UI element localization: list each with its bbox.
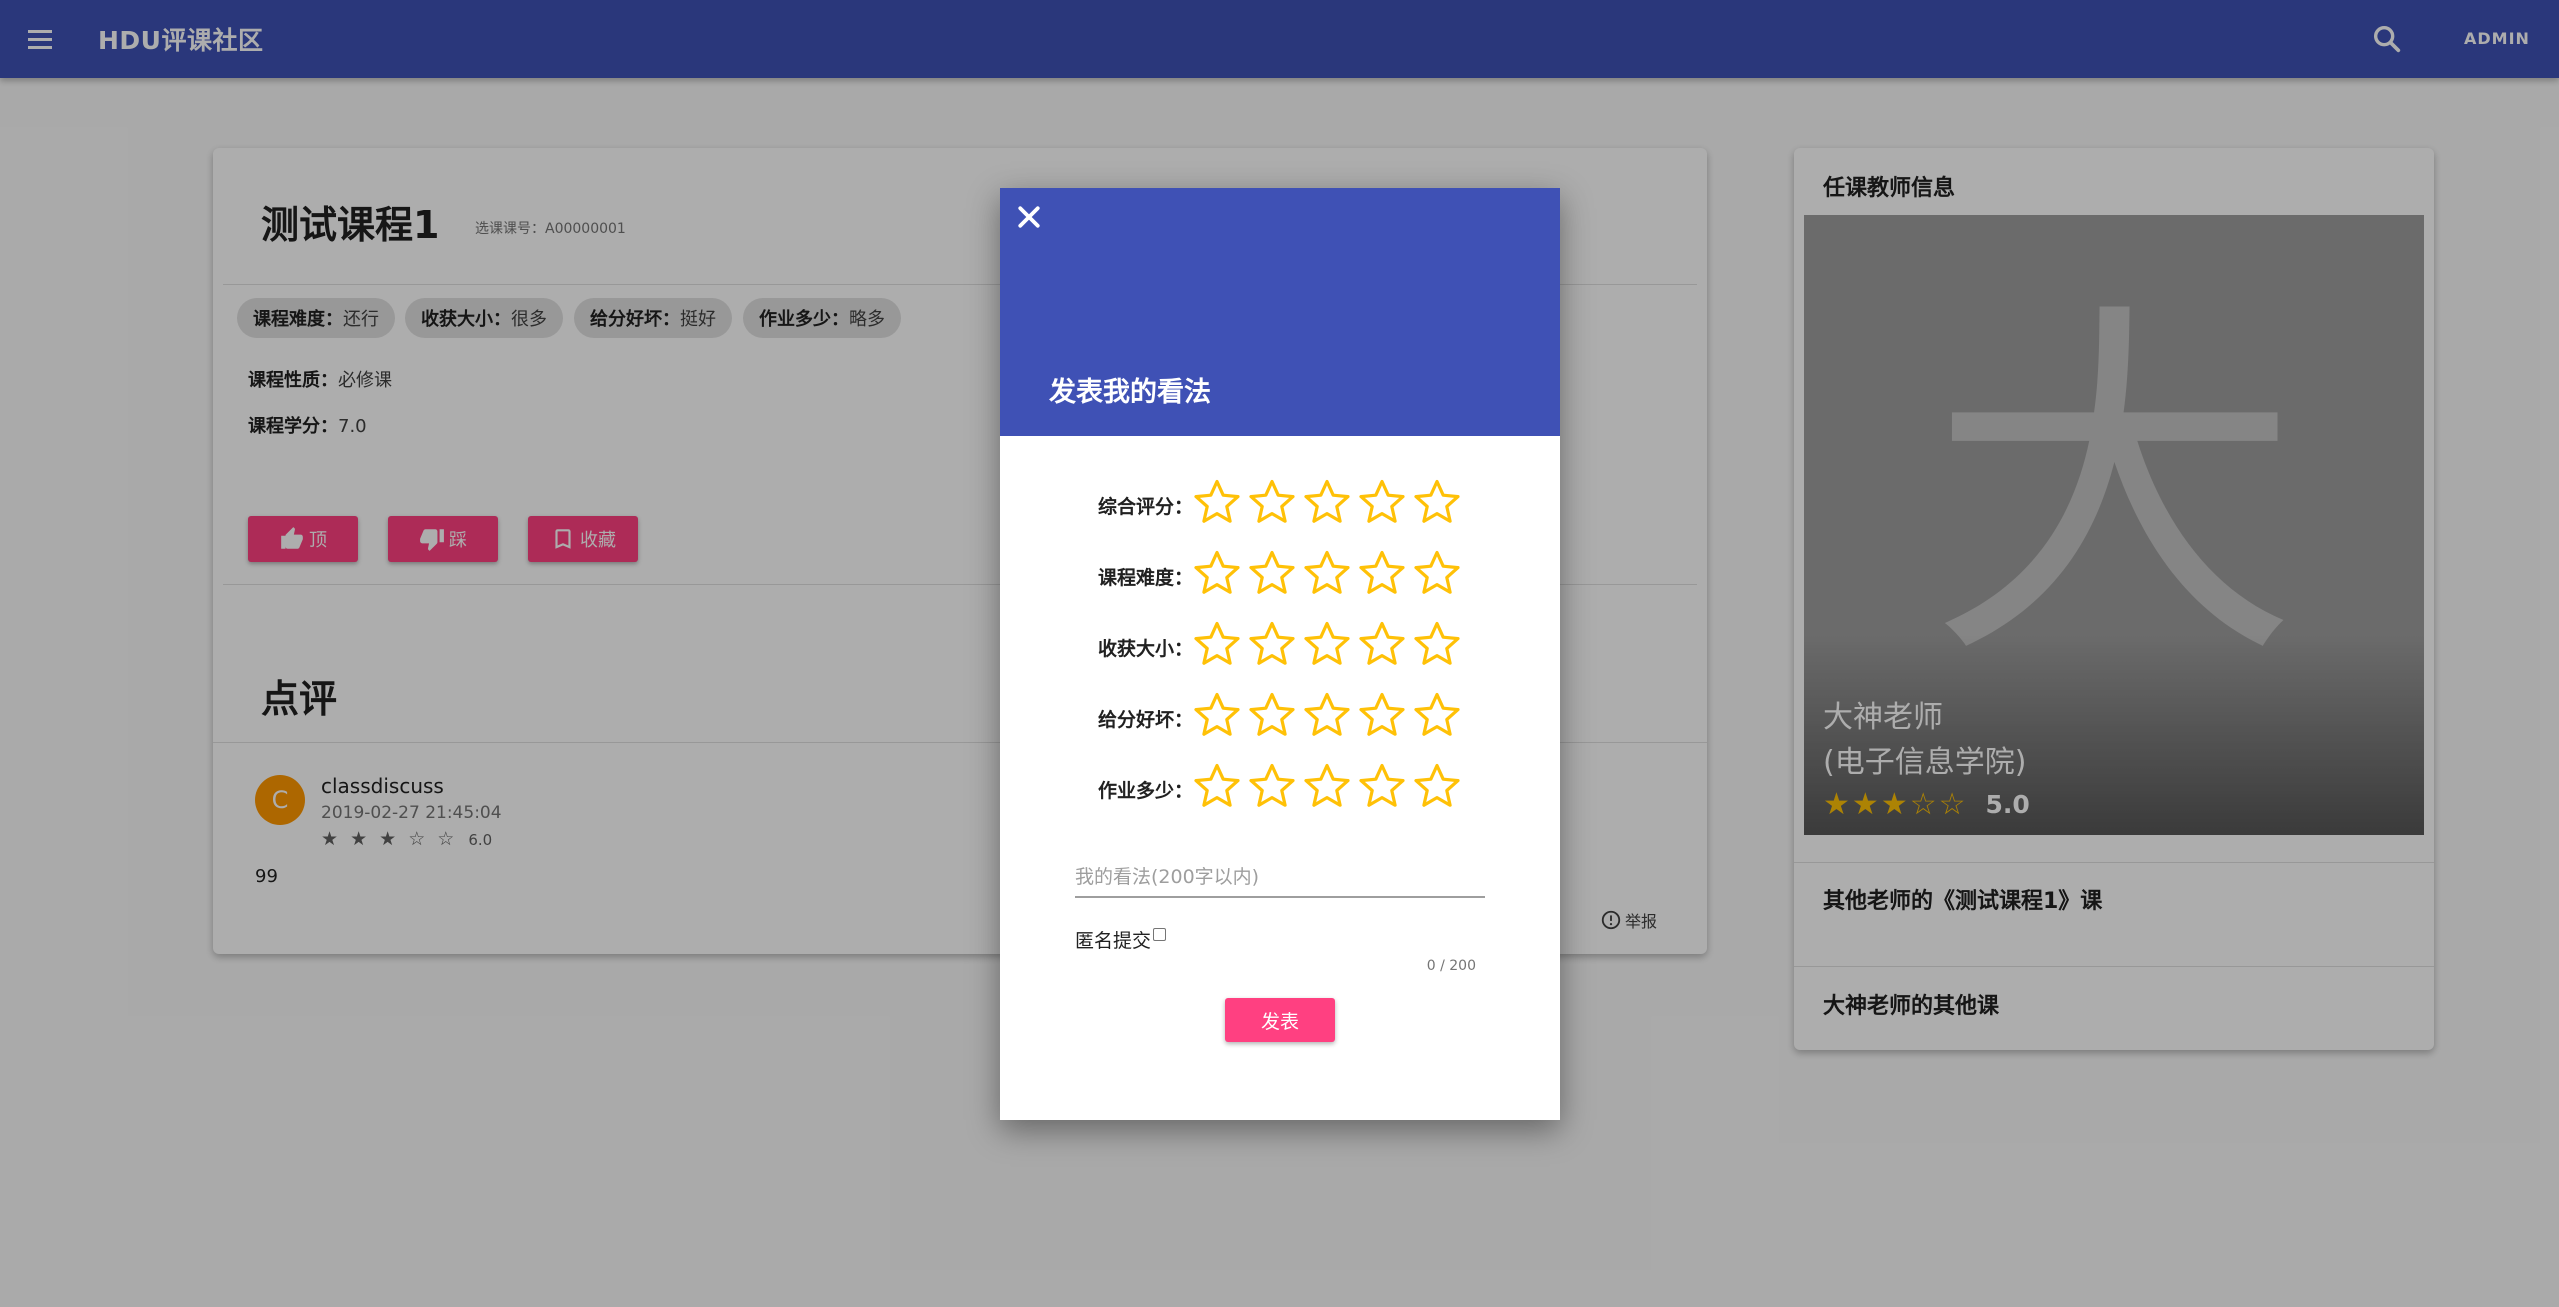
star-outline-icon[interactable]: [1302, 620, 1352, 674]
star-outline-icon[interactable]: [1302, 691, 1352, 745]
star-outline-icon[interactable]: [1357, 691, 1407, 745]
star-outline-icon[interactable]: [1247, 691, 1297, 745]
rating-label: 课程难度：: [1098, 567, 1194, 589]
comment-input[interactable]: [1075, 858, 1485, 898]
char-counter: 0 / 200: [1426, 958, 1476, 974]
star-outline-icon[interactable]: [1247, 620, 1297, 674]
star-outline-icon[interactable]: [1412, 762, 1462, 816]
star-outline-icon[interactable]: [1302, 549, 1352, 603]
rating-stars: [1192, 762, 1462, 816]
star-outline-icon[interactable]: [1247, 478, 1297, 532]
star-outline-icon[interactable]: [1357, 478, 1407, 532]
rating-label: 收获大小：: [1098, 638, 1194, 660]
star-outline-icon[interactable]: [1192, 620, 1242, 674]
rating-row: 给分好坏：: [1000, 691, 1560, 747]
rating-stars: [1192, 478, 1462, 532]
rating-stars: [1192, 620, 1462, 674]
rating-label: 给分好坏：: [1098, 709, 1194, 731]
star-outline-icon[interactable]: [1192, 478, 1242, 532]
star-outline-icon[interactable]: [1247, 762, 1297, 816]
star-outline-icon[interactable]: [1247, 549, 1297, 603]
star-outline-icon[interactable]: [1302, 478, 1352, 532]
rating-row: 作业多少：: [1000, 762, 1560, 818]
anonymous-checkbox[interactable]: [1153, 928, 1167, 941]
rating-label: 综合评分：: [1098, 496, 1194, 518]
close-icon[interactable]: [1014, 202, 1044, 232]
rating-row: 课程难度：: [1000, 549, 1560, 605]
rating-row: 收获大小：: [1000, 620, 1560, 676]
review-dialog: 发表我的看法 综合评分： 课程难度： 收获大小： 给分好坏： 作业多少： 匿名提交 0 …: [1000, 188, 1560, 1120]
rating-stars: [1192, 549, 1462, 603]
submit-button[interactable]: 发表: [1225, 998, 1335, 1042]
star-outline-icon[interactable]: [1192, 549, 1242, 603]
star-outline-icon[interactable]: [1192, 762, 1242, 816]
star-outline-icon[interactable]: [1357, 549, 1407, 603]
star-outline-icon[interactable]: [1357, 762, 1407, 816]
rating-stars: [1192, 691, 1462, 745]
star-outline-icon[interactable]: [1192, 691, 1242, 745]
rating-row: 综合评分：: [1000, 478, 1560, 534]
star-outline-icon[interactable]: [1412, 478, 1462, 532]
star-outline-icon[interactable]: [1357, 620, 1407, 674]
dialog-header: 发表我的看法: [1000, 188, 1560, 436]
star-outline-icon[interactable]: [1412, 620, 1462, 674]
rating-label: 作业多少：: [1098, 780, 1194, 802]
star-outline-icon[interactable]: [1412, 549, 1462, 603]
star-outline-icon[interactable]: [1302, 762, 1352, 816]
anonymous-option[interactable]: 匿名提交: [1075, 926, 1167, 953]
dialog-title: 发表我的看法: [1049, 377, 1211, 408]
star-outline-icon[interactable]: [1412, 691, 1462, 745]
